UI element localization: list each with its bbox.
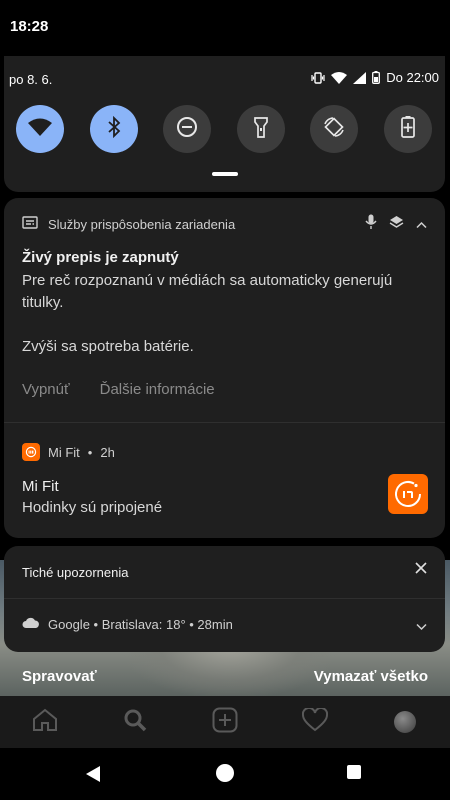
auto-rotate-tile[interactable] — [310, 105, 359, 153]
qs-status-icons: Do 22:00 — [311, 70, 439, 85]
flashlight-icon — [253, 116, 268, 143]
notification-header[interactable]: Služby prispôsobenia zariadenia — [22, 216, 235, 232]
clear-all-button[interactable]: Vymazať všetko — [314, 668, 428, 685]
mifit-title: Mi Fit — [22, 478, 59, 495]
app-nav-profile[interactable] — [385, 702, 425, 742]
chevron-down-icon[interactable] — [416, 618, 427, 636]
notification-subtext: Zvýši sa spotreba batérie. — [22, 338, 194, 355]
search-icon — [123, 708, 147, 737]
app-nav-add[interactable] — [205, 702, 245, 742]
add-icon — [212, 707, 238, 738]
dnd-tile[interactable] — [163, 105, 212, 153]
notification-card: Služby prispôsobenia zariadenia Živý pre… — [4, 198, 445, 538]
avatar — [394, 711, 416, 733]
battery-saver-icon — [401, 115, 415, 143]
home-button[interactable] — [216, 764, 234, 782]
silent-notifications-card: Tiché upozornenia Google • Bratislava: 1… — [4, 546, 445, 652]
mifit-text: Hodinky sú pripojené — [22, 499, 163, 516]
microphone-icon — [365, 214, 377, 235]
alarm-text: Do 22:00 — [386, 70, 439, 85]
captions-icon — [22, 216, 38, 232]
cloud-icon — [22, 617, 40, 632]
mifit-large-icon — [388, 474, 428, 514]
shade-actions: Spravovať Vymazať všetko — [22, 668, 428, 685]
bluetooth-icon — [107, 115, 121, 143]
wifi-signal-icon — [331, 71, 348, 84]
home-icon — [32, 708, 58, 737]
google-weather-text: Google • Bratislava: 18° • 28min — [48, 617, 233, 632]
wifi-tile[interactable] — [16, 105, 64, 153]
mifit-header[interactable]: Mi Fit • 2h — [22, 443, 115, 461]
mifit-app-icon — [22, 443, 40, 461]
clock: 18:28 — [10, 18, 49, 35]
chevron-up-icon[interactable] — [416, 216, 427, 234]
quick-settings-panel: po 8. 6. Do 22:00 — [4, 56, 445, 192]
battery-icon — [372, 71, 381, 84]
silent-heading: Tiché upozornenia — [22, 565, 129, 580]
qs-tiles — [16, 105, 432, 153]
notification-title: Živý prepis je zapnutý — [22, 249, 179, 266]
status-bar: 18:28 — [0, 0, 450, 48]
turn-off-button[interactable]: Vypnúť — [22, 381, 70, 398]
vibrate-icon — [311, 71, 325, 84]
notification-actions: Vypnúť Ďalšie informácie — [22, 381, 215, 398]
more-info-button[interactable]: Ďalšie informácie — [100, 381, 215, 398]
layers-icon — [389, 215, 404, 235]
battery-saver-tile[interactable] — [383, 105, 432, 153]
divider — [4, 422, 445, 423]
divider — [4, 598, 445, 599]
google-weather-notification[interactable]: Google • Bratislava: 18° • 28min — [22, 617, 233, 632]
close-icon[interactable] — [415, 561, 427, 579]
bluetooth-tile[interactable] — [89, 105, 138, 153]
mifit-time: 2h — [100, 444, 115, 460]
mifit-app-name: Mi Fit — [48, 444, 80, 460]
notification-text: Pre reč rozpoznanú v médiách sa automati… — [22, 272, 393, 311]
app-nav-search[interactable] — [115, 702, 155, 742]
heart-icon — [301, 706, 329, 737]
recents-button[interactable] — [347, 765, 361, 779]
app-nav-home[interactable] — [25, 702, 65, 742]
qs-date[interactable]: po 8. 6. — [9, 72, 52, 87]
separator-dot: • — [87, 444, 93, 460]
rotate-icon — [322, 115, 346, 144]
manage-button[interactable]: Spravovať — [22, 668, 97, 685]
notification-app-name: Služby prispôsobenia zariadenia — [48, 216, 236, 232]
app-bottom-nav — [0, 696, 450, 748]
wifi-icon — [27, 117, 53, 142]
flashlight-tile[interactable] — [236, 105, 285, 153]
system-nav-bar — [0, 748, 450, 800]
app-nav-activity[interactable] — [295, 702, 335, 742]
do-not-disturb-icon — [176, 116, 198, 143]
back-icon[interactable] — [85, 765, 101, 788]
notification-header-actions — [365, 214, 427, 235]
cell-signal-icon — [353, 71, 367, 84]
drag-handle[interactable] — [212, 172, 238, 176]
